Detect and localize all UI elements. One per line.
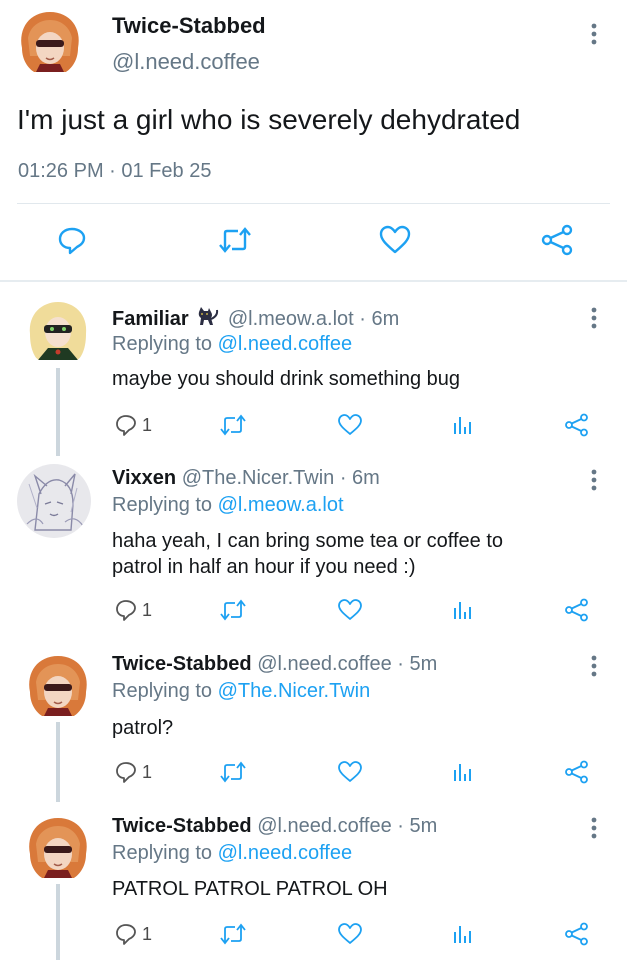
reply-handle-time[interactable]: @l.meow.a.lot · 6m xyxy=(228,308,399,330)
reply-handle-time[interactable]: @The.Nicer.Twin · 6m xyxy=(182,467,380,489)
reply-icon xyxy=(114,922,138,946)
replying-to-link[interactable]: @l.need.coffee xyxy=(218,333,352,355)
reply-text-line: haha yeah, I can bring some tea or coffe… xyxy=(112,530,503,552)
reply-author-name[interactable]: Vixxen xyxy=(112,467,176,489)
share-icon[interactable] xyxy=(564,595,590,625)
replying-to: Replying to @l.need.coffee xyxy=(112,842,352,865)
reply-button[interactable]: 1 xyxy=(114,595,152,625)
reply-text: maybe you should drink something bug xyxy=(112,366,460,392)
avatar[interactable] xyxy=(24,652,92,720)
reply-header: Twice-Stabbed @l.need.coffee · 5m xyxy=(112,653,437,676)
reply-text-line: patrol? xyxy=(112,717,174,739)
more-vertical-icon[interactable] xyxy=(586,306,602,330)
reply-tweet[interactable]: Vixxen @The.Nicer.Twin · 6m Replying to … xyxy=(0,456,627,640)
analytics-icon[interactable] xyxy=(451,410,475,440)
reply-count: 1 xyxy=(142,599,153,620)
retweet-icon[interactable] xyxy=(220,919,246,949)
reply-tweet[interactable]: Familiar @l.meow.a.lot · 6m Replying to … xyxy=(0,296,627,456)
reply-count: 1 xyxy=(142,414,153,435)
main-tweet: Twice-Stabbed @l.need.coffee I'm just a … xyxy=(0,0,627,282)
replying-label: Replying to xyxy=(112,680,213,702)
reply-text-line: PATROL PATROL PATROL OH xyxy=(112,878,388,900)
reply-author-name[interactable]: Twice-Stabbed xyxy=(112,815,252,837)
replying-to: Replying to @l.meow.a.lot xyxy=(112,494,344,517)
reply-text: haha yeah, I can bring some tea or coffe… xyxy=(112,528,503,580)
reply-tweet[interactable]: Twice-Stabbed @l.need.coffee · 5m Replyi… xyxy=(0,802,627,960)
avatar[interactable] xyxy=(16,8,84,76)
reply-actions: 1 xyxy=(0,919,627,949)
avatar[interactable] xyxy=(24,814,92,882)
reply-actions: 1 xyxy=(0,595,627,625)
reply-header: Twice-Stabbed @l.need.coffee · 5m xyxy=(112,815,437,838)
reply-icon xyxy=(114,760,138,784)
reply-actions: 1 xyxy=(0,757,627,787)
reply-handle-time[interactable]: @l.need.coffee · 5m xyxy=(257,815,437,837)
share-icon[interactable] xyxy=(535,218,579,262)
reply-count: 1 xyxy=(142,761,153,782)
like-icon[interactable] xyxy=(337,757,363,787)
reply-actions: 1 xyxy=(0,410,627,440)
analytics-icon[interactable] xyxy=(451,757,475,787)
reply-text-line: maybe you should drink something bug xyxy=(112,368,460,390)
like-icon[interactable] xyxy=(337,595,363,625)
replying-label: Replying to xyxy=(112,494,213,516)
reply-handle-time[interactable]: @l.need.coffee · 5m xyxy=(257,653,437,675)
replying-label: Replying to xyxy=(112,842,213,864)
reply-author-name[interactable]: Familiar xyxy=(112,308,189,330)
reply-text-line: patrol in half an hour if you need :) xyxy=(112,556,416,578)
like-icon[interactable] xyxy=(337,410,363,440)
reply-button[interactable]: 1 xyxy=(114,757,152,787)
reply-author-name[interactable]: Twice-Stabbed xyxy=(112,653,252,675)
author-handle[interactable]: @l.need.coffee xyxy=(112,49,260,75)
more-vertical-icon[interactable] xyxy=(586,654,602,678)
like-icon[interactable] xyxy=(373,218,417,262)
retweet-icon[interactable] xyxy=(220,757,246,787)
analytics-icon[interactable] xyxy=(451,595,475,625)
reply-header: Vixxen @The.Nicer.Twin · 6m xyxy=(112,467,380,490)
replying-to-link[interactable]: @The.Nicer.Twin xyxy=(218,680,371,702)
reply-count: 1 xyxy=(142,923,153,944)
share-icon[interactable] xyxy=(564,757,590,787)
reply-tweet[interactable]: Twice-Stabbed @l.need.coffee · 5m Replyi… xyxy=(0,640,627,802)
share-icon[interactable] xyxy=(564,410,590,440)
reply-button[interactable]: 1 xyxy=(114,410,152,440)
share-icon[interactable] xyxy=(564,919,590,949)
tweet-actions xyxy=(0,218,627,268)
reply-text: patrol? xyxy=(112,715,173,741)
retweet-icon[interactable] xyxy=(213,218,257,262)
replying-to: Replying to @l.need.coffee xyxy=(112,333,352,356)
reply-text: PATROL PATROL PATROL OH xyxy=(112,876,388,902)
more-vertical-icon[interactable] xyxy=(586,22,602,46)
replying-label: Replying to xyxy=(112,333,213,355)
avatar[interactable] xyxy=(24,298,92,366)
tweet-timestamp: 01:26 PM · 01 Feb 25 xyxy=(18,160,212,182)
replying-to: Replying to @The.Nicer.Twin xyxy=(112,680,370,703)
reply-icon xyxy=(114,413,138,437)
author-name[interactable]: Twice-Stabbed xyxy=(112,13,266,39)
tweet-text: I'm just a girl who is severely dehydrat… xyxy=(17,104,521,135)
replying-to-link[interactable]: @l.need.coffee xyxy=(218,842,352,864)
analytics-icon[interactable] xyxy=(451,919,475,949)
reply-icon xyxy=(114,598,138,622)
more-vertical-icon[interactable] xyxy=(586,816,602,840)
avatar[interactable] xyxy=(17,464,91,538)
divider xyxy=(17,203,610,204)
retweet-icon[interactable] xyxy=(220,410,246,440)
more-vertical-icon[interactable] xyxy=(586,468,602,492)
reply-header: Familiar @l.meow.a.lot · 6m xyxy=(112,306,399,331)
cat-icon xyxy=(196,306,220,328)
like-icon[interactable] xyxy=(337,919,363,949)
section-separator xyxy=(0,280,627,282)
reply-button[interactable]: 1 xyxy=(114,919,152,949)
reply-icon[interactable] xyxy=(50,218,94,262)
replying-to-link[interactable]: @l.meow.a.lot xyxy=(218,494,344,516)
retweet-icon[interactable] xyxy=(220,595,246,625)
